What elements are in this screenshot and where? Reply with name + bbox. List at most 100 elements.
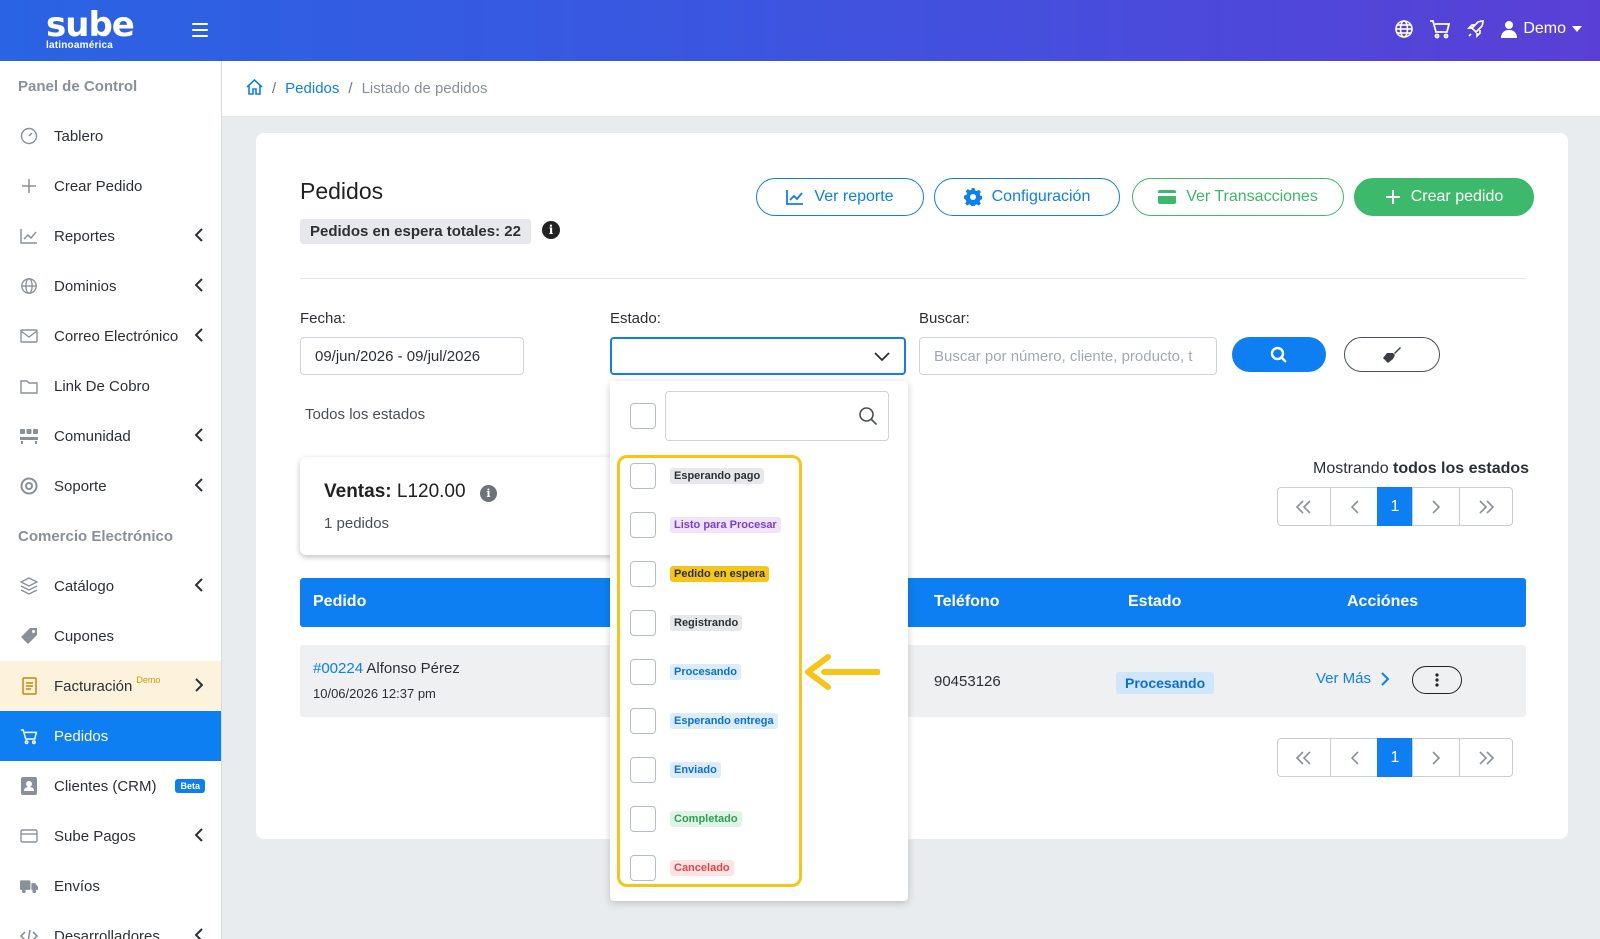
- status-label: Estado:: [610, 310, 661, 327]
- plus-icon: [20, 177, 38, 195]
- brand-logo[interactable]: sube latinoamérica: [46, 8, 135, 51]
- demo-badge: Demo: [136, 675, 161, 685]
- option-checkbox[interactable]: [630, 855, 656, 881]
- user-menu[interactable]: Demo: [1501, 20, 1582, 38]
- chevron-right-icon: [1431, 750, 1440, 765]
- order-phone: 90453126: [934, 673, 1001, 690]
- sidebar-item-desarrolladores[interactable]: Desarrolladores: [0, 911, 221, 939]
- first-page-button[interactable]: [1277, 487, 1331, 526]
- search-button[interactable]: [1232, 337, 1326, 372]
- top-bar: sube latinoamérica Demo: [0, 0, 1600, 61]
- cart-icon[interactable]: [1429, 18, 1451, 40]
- next-page-button[interactable]: [1412, 487, 1460, 526]
- page-button-current[interactable]: 1: [1377, 487, 1413, 526]
- sidebar-item-reportes[interactable]: Reportes: [0, 211, 221, 261]
- status-option-procesando[interactable]: Procesando: [630, 659, 800, 685]
- status-option-completado[interactable]: Completado: [630, 806, 800, 832]
- sidebar-item-sube-pagos[interactable]: Sube Pagos: [0, 811, 221, 861]
- contacts-icon: [20, 777, 38, 795]
- sidebar-item-crear-pedido[interactable]: Crear Pedido: [0, 161, 221, 211]
- next-page-button[interactable]: [1412, 738, 1460, 777]
- option-checkbox[interactable]: [630, 561, 656, 587]
- option-checkbox[interactable]: [630, 708, 656, 734]
- option-tag: Enviado: [670, 762, 721, 778]
- view-more-link[interactable]: Ver Más: [1316, 670, 1390, 687]
- chevron-left-icon: [195, 328, 203, 342]
- sidebar-item-label: Sube Pagos: [54, 827, 136, 845]
- status-option-esperando-pago[interactable]: Esperando pago: [630, 463, 800, 489]
- sidebar-item-cupones[interactable]: Cupones: [0, 611, 221, 661]
- sidebar-item-label: Tablero: [54, 127, 104, 145]
- search-icon: [859, 407, 878, 426]
- status-option-cancelado[interactable]: Cancelado: [630, 855, 800, 881]
- prev-page-button[interactable]: [1330, 487, 1378, 526]
- row-actions-button[interactable]: [1412, 666, 1462, 694]
- create-order-button[interactable]: Crear pedido: [1354, 178, 1534, 216]
- page-button-current[interactable]: 1: [1377, 738, 1413, 777]
- order-number-link[interactable]: #00224: [313, 660, 363, 677]
- sidebar-item-label: Catálogo: [54, 577, 115, 595]
- option-tag: Completado: [670, 811, 742, 827]
- sidebar-item-correo[interactable]: Correo Electrónico: [0, 311, 221, 361]
- prev-page-button[interactable]: [1330, 738, 1378, 777]
- info-icon[interactable]: i: [480, 485, 497, 502]
- last-page-button[interactable]: [1459, 738, 1513, 777]
- sales-amount: L120.00: [396, 481, 466, 502]
- first-page-button[interactable]: [1277, 738, 1331, 777]
- sidebar-item-link-de-cobro[interactable]: Link De Cobro: [0, 361, 221, 411]
- chevron-left-icon: [195, 278, 203, 292]
- option-tag: Procesando: [670, 664, 741, 680]
- double-chevron-left-icon: [1295, 750, 1311, 765]
- view-transactions-button[interactable]: Ver Transacciones: [1132, 178, 1344, 216]
- search-input[interactable]: Buscar por número, cliente, producto, t: [919, 337, 1217, 375]
- invoice-icon: [20, 677, 38, 695]
- sidebar-item-comunidad[interactable]: Comunidad: [0, 411, 221, 461]
- sidebar-item-dominios[interactable]: Dominios: [0, 261, 221, 311]
- status-option-pedido-en-espera[interactable]: Pedido en espera: [630, 561, 800, 587]
- option-checkbox[interactable]: [630, 463, 656, 489]
- rocket-icon[interactable]: [1465, 18, 1487, 40]
- header-phone: Teléfono: [934, 593, 1000, 610]
- option-checkbox[interactable]: [630, 659, 656, 685]
- sidebar-item-envios[interactable]: Envíos: [0, 861, 221, 911]
- order-id-cell: #00224 Alfonso Pérez: [313, 660, 460, 677]
- sidebar-item-pedidos[interactable]: Pedidos: [0, 711, 221, 761]
- view-report-button[interactable]: Ver reporte: [756, 178, 924, 216]
- search-label: Buscar:: [919, 310, 970, 327]
- status-option-esperando-entrega[interactable]: Esperando entrega: [630, 708, 800, 734]
- sidebar-item-tablero[interactable]: Tablero: [0, 111, 221, 161]
- sidebar-item-clientes[interactable]: Clientes (CRM) Beta: [0, 761, 221, 811]
- breadcrumb-link-pedidos[interactable]: Pedidos: [285, 80, 339, 97]
- order-date: 10/06/2026 12:37 pm: [313, 686, 436, 701]
- info-icon[interactable]: i: [542, 221, 560, 239]
- status-option-enviado[interactable]: Enviado: [630, 757, 800, 783]
- orders-card: Pedidos Pedidos en espera totales: 22 i …: [256, 133, 1568, 839]
- globe-icon[interactable]: [1393, 18, 1415, 40]
- option-checkbox[interactable]: [630, 512, 656, 538]
- sidebar-item-soporte[interactable]: Soporte: [0, 461, 221, 511]
- sidebar-item-facturacion[interactable]: Facturación Demo: [0, 661, 221, 711]
- clear-filters-button[interactable]: [1344, 337, 1440, 372]
- home-icon[interactable]: [246, 78, 263, 99]
- menu-toggle-icon[interactable]: [192, 23, 208, 37]
- option-tag: Esperando entrega: [670, 713, 778, 729]
- sidebar-item-label: Envíos: [54, 877, 100, 895]
- option-tag: Registrando: [670, 615, 743, 631]
- select-all-checkbox[interactable]: [630, 403, 656, 429]
- configuration-button[interactable]: Configuración: [934, 178, 1120, 216]
- sidebar-item-catalogo[interactable]: Catálogo: [0, 561, 221, 611]
- option-checkbox[interactable]: [630, 806, 656, 832]
- sidebar-item-label: Clientes (CRM): [54, 777, 157, 795]
- dropdown-search-input[interactable]: [665, 391, 889, 441]
- showing-prefix: Mostrando: [1313, 460, 1389, 477]
- date-range-input[interactable]: 09/jun/2026 - 09/jul/2026: [300, 337, 524, 375]
- option-checkbox[interactable]: [630, 757, 656, 783]
- tag-icon: [20, 627, 38, 645]
- status-option-registrando[interactable]: Registrando: [630, 610, 800, 636]
- option-checkbox[interactable]: [630, 610, 656, 636]
- status-option-listo-para-procesar[interactable]: Listo para Procesar: [630, 512, 800, 538]
- last-page-button[interactable]: [1459, 487, 1513, 526]
- credit-card-icon: [1158, 190, 1177, 204]
- status-select[interactable]: [610, 337, 906, 375]
- double-chevron-right-icon: [1479, 750, 1495, 765]
